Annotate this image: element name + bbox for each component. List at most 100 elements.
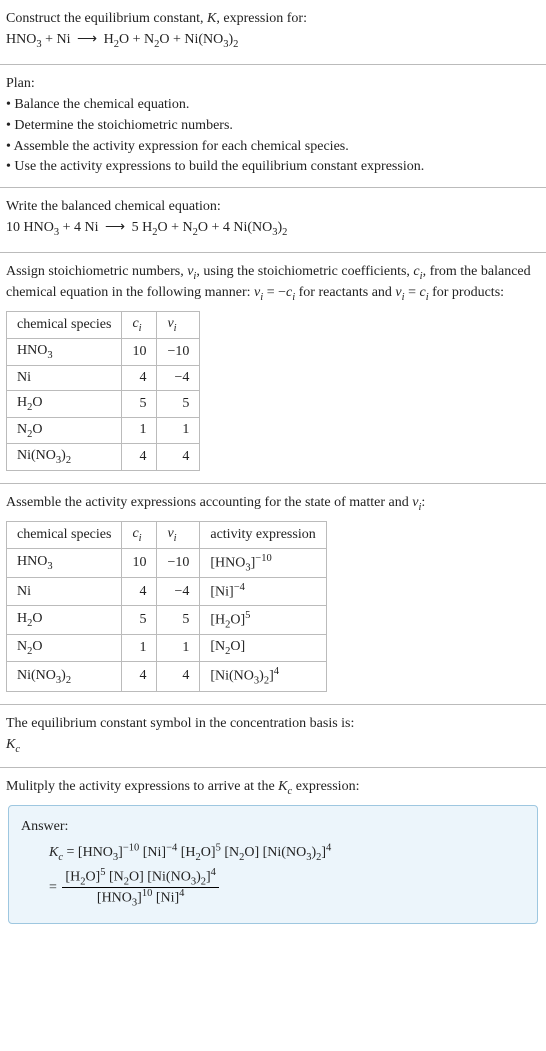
activity-table: chemical species ci νi activity expressi… [6,521,327,692]
table-row: H2O55[H2O]5 [7,605,327,634]
cell-act: [HNO3]−10 [200,548,326,577]
answer-fraction: [H2O]5 [N2O] [Ni(NO3)2]4 [HNO3]10 [Ni]4 [62,867,219,909]
cell-ci: 1 [122,417,157,444]
cell-act: [H2O]5 [200,605,326,634]
th-nu: νi [157,522,200,549]
assign-rel1-mid: = − [263,285,286,300]
answer-heading: Answer: [21,818,525,837]
answer-frac-num: [H2O]5 [N2O] [Ni(NO3)2]4 [62,867,219,888]
cell-sp: H2O [7,605,122,634]
answer-flat: [HNO3]−10 [Ni]−4 [H2O]5 [N2O] [Ni(NO3)2]… [78,845,331,860]
plan-b2: • Determine the stoichiometric numbers. [6,117,540,136]
assign-section: Assign stoichiometric numbers, νi, using… [0,253,546,483]
intro-text-a: Construct the equilibrium constant, [6,11,207,26]
table-row: N2O11[N2O] [7,635,327,662]
intro-line1: Construct the equilibrium constant, K, e… [6,10,540,29]
table-row: Ni4−4 [7,365,200,390]
assign-e: for products: [429,285,504,300]
balanced-equation: 10 HNO3 + 4 Ni ⟶ 5 H2O + N2O + 4 Ni(NO3)… [6,219,540,240]
cell-ci: 4 [122,578,157,606]
cell-ci: 1 [122,635,157,662]
answer-box: Answer: Kc = [HNO3]−10 [Ni]−4 [H2O]5 [N2… [8,805,538,924]
th-species: chemical species [7,522,122,549]
cell-nu: −4 [157,365,200,390]
cell-ci: 4 [122,365,157,390]
intro-equation: HNO3 + Ni ⟶ H2O + N2O + Ni(NO3)2 [6,31,540,52]
cell-nu: −4 [157,578,200,606]
assemble-section: Assemble the activity expressions accoun… [0,484,546,704]
answer-line2: = [H2O]5 [N2O] [Ni(NO3)2]4 [HNO3]10 [Ni]… [49,867,525,909]
symbol-text: The equilibrium constant symbol in the c… [6,715,540,734]
table-row: H2O55 [7,390,200,417]
assign-a: Assign stoichiometric numbers, [6,264,187,279]
plan-section: Plan: • Balance the chemical equation. •… [0,65,546,187]
intro-section: Construct the equilibrium constant, K, e… [0,0,546,64]
intro-K: K [207,11,216,26]
assign-b: , using the stoichiometric coefficients, [196,264,413,279]
cell-sp: Ni [7,365,122,390]
balanced-section: Write the balanced chemical equation: 10… [0,188,546,252]
answer-eq2: = [49,880,60,895]
cell-sp: N2O [7,635,122,662]
th-ci: ci [122,522,157,549]
cell-nu: 4 [157,444,200,471]
assemble-a: Assemble the activity expressions accoun… [6,495,412,510]
symbol-section: The equilibrium constant symbol in the c… [0,705,546,767]
assign-rel2-mid: = [405,285,420,300]
assign-rel2-c: ci [419,285,428,300]
cell-ci: 10 [122,548,157,577]
assign-c1: ci [413,264,422,279]
table-row: Ni(NO3)244[Ni(NO3)2]4 [7,662,327,691]
intro-text-b: , expression for: [216,11,307,26]
cell-act: [Ni]−4 [200,578,326,606]
table-header-row: chemical species ci νi [7,312,200,339]
table-row: HNO310−10[HNO3]−10 [7,548,327,577]
assign-rel1-c: ci [286,285,295,300]
cell-nu: 5 [157,605,200,634]
assign-text: Assign stoichiometric numbers, νi, using… [6,263,540,305]
cell-sp: H2O [7,390,122,417]
answer-frac-den: [HNO3]10 [Ni]4 [62,888,219,908]
assign-d: for reactants and [295,285,395,300]
answer-line1: Kc = [HNO3]−10 [Ni]−4 [H2O]5 [N2O] [Ni(N… [49,842,525,862]
cell-nu: 4 [157,662,200,691]
assemble-b: : [421,495,425,510]
table-row: Ni(NO3)244 [7,444,200,471]
assign-rel1: νi [254,285,263,300]
cell-sp: Ni(NO3)2 [7,444,122,471]
assign-nu1: νi [187,264,196,279]
plan-heading: Plan: [6,75,540,94]
cell-ci: 4 [122,662,157,691]
plan-b4: • Use the activity expressions to build … [6,158,540,177]
multiply-kc: Kc [278,779,292,794]
balanced-heading: Write the balanced chemical equation: [6,198,540,217]
cell-sp: Ni [7,578,122,606]
assign-rel2-nu: νi [395,285,404,300]
multiply-section: Mulitply the activity expressions to arr… [0,768,546,942]
multiply-b: expression: [292,779,359,794]
cell-sp: HNO3 [7,548,122,577]
table-header-row: chemical species ci νi activity expressi… [7,522,327,549]
plan-b1: • Balance the chemical equation. [6,96,540,115]
answer-kc: Kc [49,845,63,860]
cell-act: [Ni(NO3)2]4 [200,662,326,691]
multiply-a: Mulitply the activity expressions to arr… [6,779,278,794]
cell-nu: −10 [157,338,200,365]
th-activity: activity expression [200,522,326,549]
cell-sp: HNO3 [7,338,122,365]
cell-nu: 1 [157,635,200,662]
assemble-text: Assemble the activity expressions accoun… [6,494,540,515]
cell-nu: 1 [157,417,200,444]
symbol-kc: Kc [6,736,540,757]
stoich-table: chemical species ci νi HNO310−10 Ni4−4 H… [6,311,200,471]
cell-sp: N2O [7,417,122,444]
table-row: HNO310−10 [7,338,200,365]
plan-b3: • Assemble the activity expression for e… [6,138,540,157]
answer-eq: = [63,845,78,860]
th-species: chemical species [7,312,122,339]
cell-ci: 5 [122,390,157,417]
multiply-text: Mulitply the activity expressions to arr… [6,778,540,799]
table-row: N2O11 [7,417,200,444]
cell-sp: Ni(NO3)2 [7,662,122,691]
cell-ci: 5 [122,605,157,634]
